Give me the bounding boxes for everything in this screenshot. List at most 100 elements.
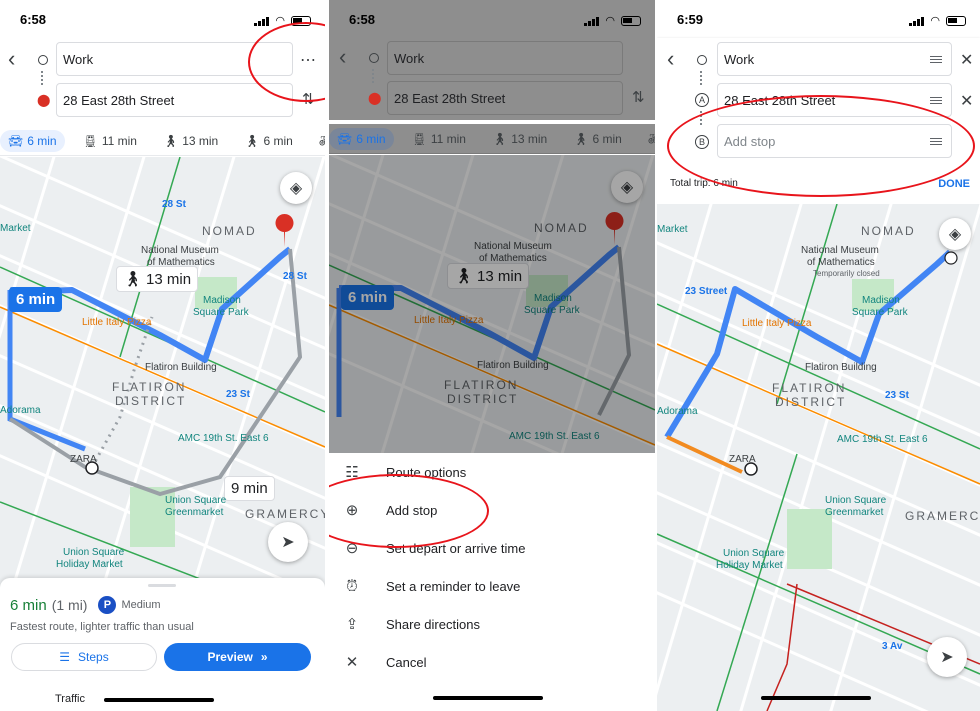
map-label: Madison (862, 295, 900, 306)
map-view[interactable]: 6 min 🚶︎ 13 min 9 min ◈ ➤ NOMAD National … (0, 157, 325, 587)
destination-pin-icon: ⬤ (37, 93, 51, 107)
origin-dot-icon (697, 55, 707, 65)
route-time-chip[interactable]: 6 min (9, 287, 63, 312)
travel-modes: 🚘︎6 min 🚆︎11 min 🚶︎13 min 🚶︎6 min 🚲︎6 m (0, 126, 325, 156)
menu-label: Set a reminder to leave (386, 578, 521, 594)
mode-label: 6 min (27, 133, 57, 148)
mode-rideshare[interactable]: 🚶︎ 6 min (236, 130, 301, 152)
double-chevron-icon: » (260, 650, 268, 664)
map-label: 23 St (885, 390, 909, 401)
back-icon[interactable]: ‹ (667, 46, 674, 72)
panel-route-overview: 6:58 ◠ ‹ ⬤ Work 28 East 28th Street ⋯ ⇅ … (0, 0, 325, 711)
menu-cancel[interactable]: ✕ Cancel (329, 643, 655, 681)
signal-icon (254, 16, 270, 26)
map-label: NOMAD (202, 224, 257, 238)
map-label: DISTRICT (775, 395, 847, 409)
menu-label: Cancel (386, 654, 427, 670)
map-label: Union Square (63, 547, 125, 558)
map-label: Market (657, 224, 688, 235)
origin-dot-icon (38, 55, 48, 65)
stop-a-icon: A (695, 93, 709, 107)
list-icon: ☰ (59, 650, 71, 664)
map-label: Madison (203, 295, 241, 306)
car-icon: 🚘︎ (8, 133, 24, 148)
map-label: 23 St (226, 389, 250, 400)
back-icon[interactable]: ‹ (8, 46, 15, 72)
preview-button[interactable]: Preview » (164, 643, 311, 671)
map-label: Temporarily closed (813, 269, 880, 278)
close-icon[interactable]: ✕ (960, 50, 973, 70)
home-indicator (104, 698, 214, 702)
panel-add-stop: 6:59 ◠ ‹ A B Work ✕ 28 East 28th Street … (657, 0, 980, 711)
map-label: GRAMERCY (905, 509, 980, 523)
map-label: 28 St (283, 271, 307, 282)
walk-time-chip[interactable]: 🚶︎ 13 min (116, 266, 199, 292)
map-label: 23 Street (685, 286, 728, 297)
wifi-icon: ◠ (930, 15, 940, 27)
map-label: ZARA (729, 454, 756, 465)
map-label: NOMAD (861, 224, 916, 238)
traffic-label: Traffic (55, 693, 85, 705)
annotation-circle-new-stop (667, 95, 975, 197)
map-label: AMC 19th St. East 6 (178, 433, 269, 444)
route-dots-icon (41, 71, 43, 85)
map-view[interactable]: ◈ ➤ NOMAD National Museum of Mathematics… (657, 204, 980, 711)
layers-button[interactable]: ◈ (939, 218, 971, 250)
scrim-overlay[interactable] (329, 155, 655, 453)
status-bar: 6:59 ◠ (657, 0, 980, 38)
map-label: ZARA (70, 454, 97, 465)
map-label: Greenmarket (825, 507, 884, 518)
mode-drive[interactable]: 🚘︎ 6 min (0, 129, 65, 152)
recenter-button[interactable]: ➤ (927, 637, 967, 677)
alt-route-chip[interactable]: 9 min (224, 476, 275, 501)
battery-icon (946, 15, 966, 26)
map-label: Holiday Market (716, 560, 783, 571)
done-button[interactable]: DONE (938, 178, 970, 190)
origin-field[interactable]: Work (717, 42, 952, 76)
steps-button[interactable]: ☰ Steps (11, 643, 157, 671)
walk-time-label: 13 min (146, 270, 192, 288)
layers-icon: ◈ (948, 226, 962, 243)
route-description: Fastest route, lighter traffic than usua… (10, 621, 194, 633)
mode-walk[interactable]: 🚶︎ 13 min (155, 130, 226, 152)
map-label: Holiday Market (56, 559, 123, 570)
map-label: DISTRICT (115, 394, 187, 408)
steps-label: Steps (78, 650, 109, 664)
walk-icon: 🚶︎ (123, 271, 143, 288)
transit-icon: 🚆︎ (82, 133, 98, 148)
navigation-arrow-icon: ➤ (281, 534, 295, 551)
menu-reminder[interactable]: ⏰︎ Set a reminder to leave (329, 567, 655, 605)
panel-options-menu: 6:58 ◠ ‹ ⬤ Work 28 East 28th Street ⇅ 🚘︎… (329, 0, 655, 711)
share-icon: ⇪ (345, 616, 359, 633)
map-view: 6 min 🚶︎ 13 min ◈ NOMAD National Museum o… (329, 155, 655, 453)
close-icon[interactable]: ✕ (960, 91, 973, 111)
menu-share[interactable]: ⇪ Share directions (329, 605, 655, 643)
map-label: Adorama (657, 406, 698, 417)
walk-icon: 🚶︎ (162, 133, 179, 148)
map-label: Flatiron Building (805, 362, 877, 373)
status-time: 6:59 (677, 12, 704, 27)
rideshare-icon: 🚶︎ (244, 133, 260, 148)
map-label: Square Park (852, 307, 908, 318)
sheet-grabber[interactable] (148, 584, 176, 587)
route-distance: (1 mi) (51, 597, 88, 613)
destination-field[interactable]: 28 East 28th Street (56, 83, 293, 117)
mode-transit[interactable]: 🚆︎ 11 min (75, 130, 145, 152)
mode-label: 11 min (101, 133, 137, 148)
navigation-arrow-icon: ➤ (940, 649, 954, 666)
map-label: Greenmarket (165, 507, 224, 518)
menu-label: Share directions (386, 616, 480, 632)
preview-label: Preview (207, 650, 253, 664)
mode-bike[interactable]: 🚲︎6 m (311, 130, 325, 152)
map-label: 28 St (162, 199, 186, 210)
map-label: of Mathematics (807, 257, 875, 268)
close-icon: ✕ (345, 654, 359, 671)
map-label: Little Italy Pizza (742, 318, 812, 329)
drag-handle-icon[interactable] (930, 56, 942, 63)
drag-handle-icon[interactable] (930, 97, 942, 104)
map-label: Flatiron Building (145, 362, 217, 373)
map-streets (657, 204, 980, 711)
recenter-button[interactable]: ➤ (268, 522, 308, 562)
map-label: Little Italy Pizza (82, 317, 152, 328)
layers-button[interactable]: ◈ (280, 172, 312, 204)
